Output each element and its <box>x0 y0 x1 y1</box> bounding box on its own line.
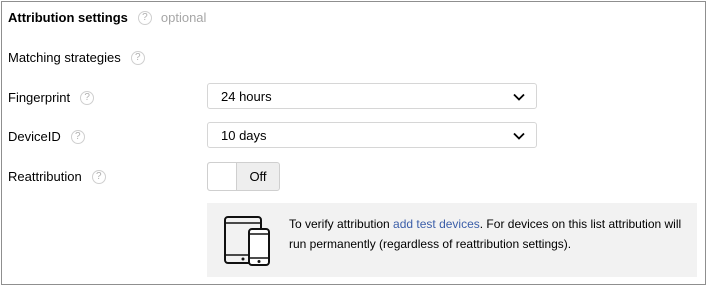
fingerprint-row: Fingerprint ? <box>8 90 95 105</box>
matching-strategies-row: Matching strategies ? <box>8 50 145 65</box>
chevron-down-icon <box>513 132 525 140</box>
deviceid-select[interactable]: 10 days <box>207 122 537 148</box>
help-icon[interactable]: ? <box>137 10 152 25</box>
optional-label: optional <box>160 10 207 25</box>
toggle-knob <box>208 163 237 190</box>
help-icon[interactable]: ? <box>70 129 85 144</box>
section-header: Attribution settings ? optional <box>8 10 206 25</box>
devices-icon <box>224 216 270 266</box>
matching-strategies-label: Matching strategies <box>8 50 121 65</box>
reattribution-label: Reattribution <box>8 169 82 184</box>
chevron-down-icon <box>513 93 525 101</box>
help-icon[interactable]: ? <box>130 50 145 65</box>
deviceid-select-value: 10 days <box>221 127 267 143</box>
fingerprint-select-value: 24 hours <box>221 88 272 104</box>
section-title: Attribution settings <box>8 10 128 25</box>
reattribution-row: Reattribution ? <box>8 169 106 184</box>
help-icon[interactable]: ? <box>80 90 95 105</box>
reattribution-toggle[interactable]: Off <box>207 162 280 191</box>
notice-text-before: To verify attribution <box>289 217 394 231</box>
add-test-devices-link[interactable]: add test devices <box>393 217 480 231</box>
deviceid-row: DeviceID ? <box>8 129 85 144</box>
deviceid-label: DeviceID <box>8 129 61 144</box>
help-icon[interactable]: ? <box>91 169 106 184</box>
fingerprint-select[interactable]: 24 hours <box>207 83 537 109</box>
test-devices-notice: To verify attribution add test devices. … <box>207 203 697 277</box>
fingerprint-label: Fingerprint <box>8 90 71 105</box>
toggle-state-label: Off <box>249 169 267 184</box>
notice-text: To verify attribution add test devices. … <box>289 214 689 254</box>
attribution-settings-panel: Attribution settings ? optional Matching… <box>1 1 706 285</box>
